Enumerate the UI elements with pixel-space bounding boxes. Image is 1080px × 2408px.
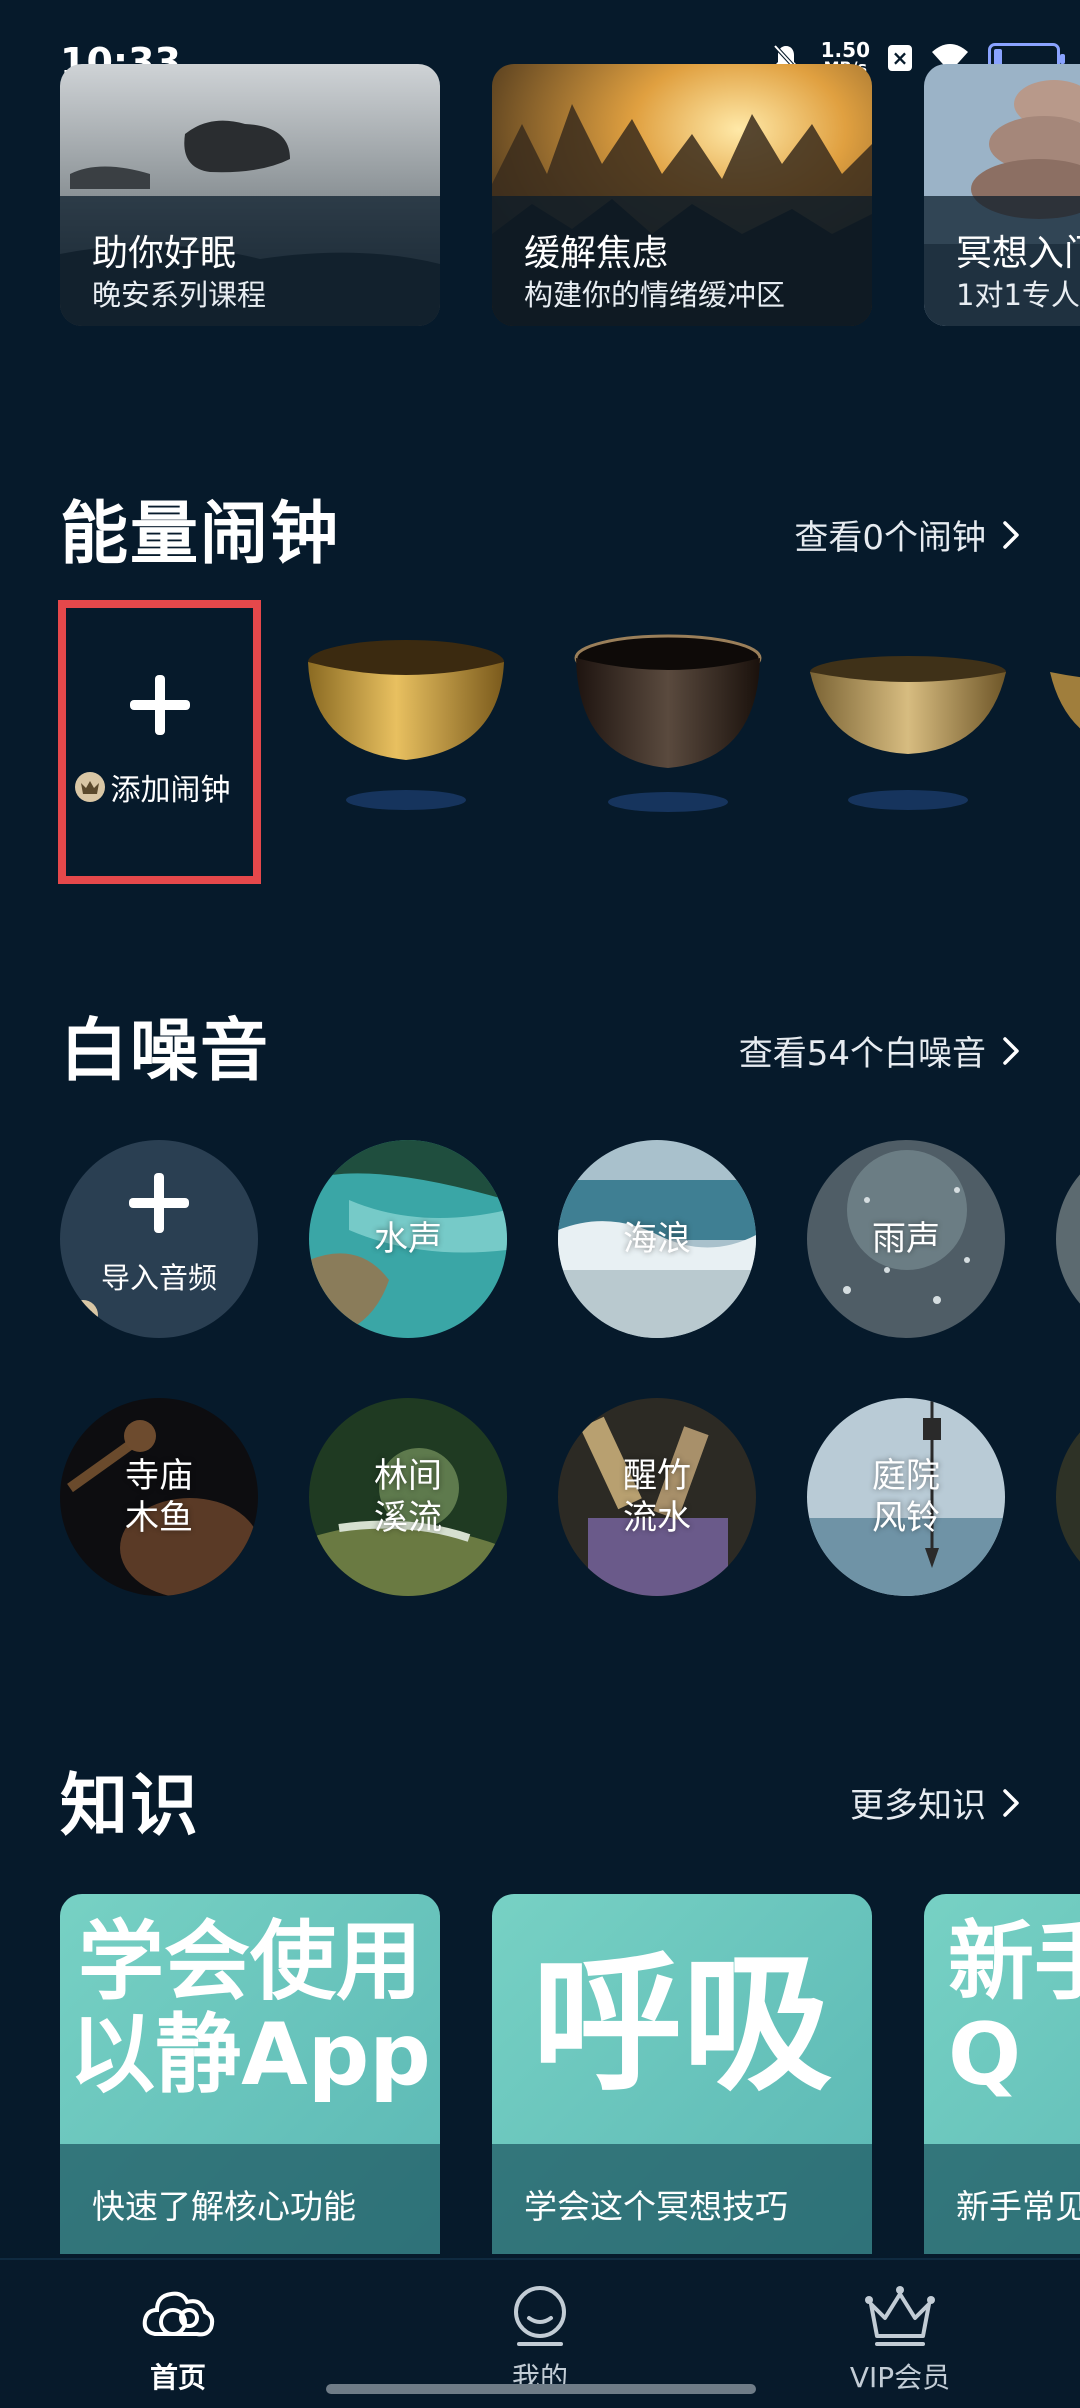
singing-bowl-icon <box>308 640 504 810</box>
noise-item-temple-woodfish[interactable]: 寺庙 木鱼 <box>60 1398 258 1596</box>
view-noise-label: 查看54个白噪音 <box>738 1034 986 1074</box>
view-alarms-link[interactable]: 查看0个闹钟 <box>794 510 1020 559</box>
course-subtitle: 晚安系列课程 <box>92 278 267 312</box>
noise-label: 寺庙 木鱼 <box>125 1456 193 1538</box>
singing-bowl-partial[interactable] <box>1048 620 1080 840</box>
nav-item-profile[interactable]: 我的 <box>450 2282 630 2396</box>
knowledge-card-caption: 新手常见问题 <box>956 2187 1080 2226</box>
noise-label: 海浪 <box>623 1219 691 1259</box>
course-subtitle: 1对1专人指导 <box>956 278 1080 312</box>
bottom-navigation: 首页 我的 VIP会员 <box>0 2258 1080 2408</box>
chevron-right-icon <box>1003 520 1019 549</box>
noise-label: 雨声 <box>872 1219 940 1259</box>
more-knowledge-label: 更多知识 <box>850 1786 986 1826</box>
course-card[interactable]: 助你好眠 晚安系列课程 <box>60 64 440 326</box>
noise-item-water[interactable]: 水声 <box>309 1140 507 1338</box>
home-indicator[interactable] <box>326 2384 756 2394</box>
noise-item-partial[interactable] <box>1056 1140 1080 1338</box>
profile-icon <box>514 2286 566 2346</box>
noise-item-wind-chime[interactable]: 庭院 风铃 <box>807 1398 1005 1596</box>
view-noise-link[interactable]: 查看54个白噪音 <box>739 1026 1020 1075</box>
knowledge-card[interactable]: 呼吸 学会这个冥想技巧 <box>492 1894 872 2254</box>
add-alarm-label-wrap: 添加闹钟 <box>74 765 231 809</box>
knowledge-section-title: 知识 <box>60 1767 201 1846</box>
home-screen: 10:33 1.50 MB/s × <box>0 0 1080 2408</box>
noise-item-waves[interactable]: 海浪 <box>558 1140 756 1338</box>
course-subtitle: 构建你的情绪缓冲区 <box>524 278 786 312</box>
knowledge-card[interactable]: 学会使用 以静App 快速了解核心功能 <box>60 1894 440 2254</box>
knowledge-card-headline: 学会使用 以静App <box>69 1912 431 2105</box>
course-title: 助你好眠 <box>92 233 237 274</box>
partial-noise-image <box>1056 1398 1080 1596</box>
add-alarm-label: 添加闹钟 <box>110 773 231 808</box>
import-audio-label: 导入音频 <box>100 1261 217 1295</box>
plus-icon <box>129 675 190 735</box>
view-alarms-label: 查看0个闹钟 <box>794 518 986 558</box>
noise-section-title: 白噪音 <box>60 1012 271 1091</box>
knowledge-card-caption: 学会这个冥想技巧 <box>524 2187 788 2226</box>
knowledge-carousel[interactable]: 学会使用 以静App 快速了解核心功能 呼吸 学会这个冥想技巧 新手 Q 新手常… <box>60 1894 1080 2254</box>
net-speed-value: 1.50 <box>820 38 870 62</box>
knowledge-card-headline: 新手 Q <box>948 1912 1080 2105</box>
singing-bowl-bronze[interactable] <box>808 620 1008 840</box>
course-carousel[interactable]: 助你好眠 晚安系列课程 缓解焦虑 构建你的情绪缓冲区 冥想入 1对1专人 <box>60 64 1080 326</box>
plus-icon <box>129 1173 189 1233</box>
crown-icon <box>865 2286 935 2346</box>
noise-item-bamboo-water[interactable]: 醒竹 流水 <box>558 1398 756 1596</box>
noise-label: 庭院 风铃 <box>872 1456 940 1538</box>
vip-crown-badge-icon <box>74 772 105 802</box>
noise-grid[interactable]: 导入音频 水声 海浪 雨声 寺庙 木鱼 林间 溪流 醒竹 流水 庭院 风铃 <box>60 1140 1080 1600</box>
partial-noise-image <box>1056 1140 1080 1338</box>
nav-item-vip[interactable]: VIP会员 <box>810 2282 990 2396</box>
knowledge-card-headline: 呼吸 <box>531 1938 832 2112</box>
alarm-carousel[interactable]: 添加闹钟 <box>58 600 1080 890</box>
import-audio-button[interactable]: 导入音频 <box>60 1140 258 1338</box>
knowledge-card[interactable]: 新手 Q 新手常见问题 <box>924 1894 1080 2254</box>
chevron-right-icon <box>1003 1788 1019 1817</box>
knowledge-card-caption: 快速了解核心功能 <box>92 2187 356 2226</box>
home-cloud-icon <box>142 2291 215 2337</box>
noise-item-rain[interactable]: 雨声 <box>807 1140 1005 1338</box>
chevron-right-icon <box>1003 1036 1019 1065</box>
singing-bowl-dark[interactable] <box>568 620 768 840</box>
noise-label: 林间 溪流 <box>374 1456 442 1538</box>
singing-bowl-icon <box>810 656 1006 810</box>
noise-label: 水声 <box>374 1219 442 1259</box>
course-card[interactable]: 冥想入门 1对1专人指导 <box>924 64 1080 326</box>
nav-label: 首页 <box>149 2361 206 2394</box>
nav-label: VIP会员 <box>849 2361 951 2394</box>
singing-bowl-gold[interactable] <box>306 620 506 840</box>
course-card[interactable]: 缓解焦虑 构建你的情绪缓冲区 <box>492 64 872 326</box>
noise-item-partial[interactable] <box>1056 1398 1080 1596</box>
alarm-section-title: 能量闹钟 <box>60 495 341 574</box>
nav-item-home[interactable]: 首页 <box>88 2282 268 2396</box>
course-title: 冥想入门 <box>956 233 1080 274</box>
add-alarm-button[interactable]: 添加闹钟 <box>58 600 261 884</box>
singing-bowl-icon <box>1050 672 1080 729</box>
more-knowledge-link[interactable]: 更多知识 <box>850 1778 1020 1827</box>
noise-item-forest-stream[interactable]: 林间 溪流 <box>309 1398 507 1596</box>
noise-label: 醒竹 流水 <box>623 1456 691 1538</box>
vip-crown-badge-icon <box>68 1300 98 1330</box>
course-title: 缓解焦虑 <box>524 233 669 274</box>
singing-bowl-icon <box>574 634 762 812</box>
